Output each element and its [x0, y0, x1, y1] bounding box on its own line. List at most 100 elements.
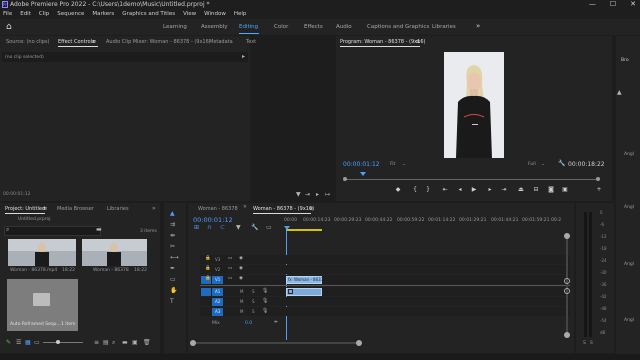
timeline-timecode[interactable]: 00:00:01:12 [193, 216, 233, 224]
work-area-bar[interactable] [286, 229, 322, 231]
pen-tool-icon[interactable]: ✒ [170, 266, 175, 272]
zoom-slider[interactable] [43, 342, 83, 343]
pencil-icon[interactable]: ✎ [6, 340, 11, 346]
expand-icon[interactable]: ↦ [325, 192, 330, 198]
step-forward-icon[interactable]: ▸ [487, 187, 493, 193]
program-playhead-timecode[interactable]: 00:00:01:12 [343, 161, 380, 168]
sort-icon[interactable]: ≡ [94, 340, 99, 346]
zoom-slider-handle[interactable] [56, 340, 60, 344]
track-label-a1[interactable]: A1 [215, 289, 220, 294]
filter-icon[interactable]: ▼ [296, 192, 301, 198]
track-select-tool-icon[interactable]: ⇉ [170, 222, 175, 228]
mic-a1-icon[interactable]: 🎙 [262, 288, 268, 294]
find-icon[interactable]: ⌕ [112, 340, 115, 346]
effect-controls-menu-icon[interactable]: ≡ [92, 39, 96, 45]
tab-project[interactable]: Project: Untitled [5, 206, 45, 212]
sync-lock-v2-icon[interactable]: ▭ [228, 266, 232, 272]
mic-a2-icon[interactable]: 🎙 [262, 298, 268, 304]
zoom-level-select[interactable]: Fit [390, 162, 395, 167]
solo-left-button[interactable]: S [583, 341, 586, 346]
program-playhead-marker[interactable] [360, 172, 366, 176]
button-editor-plus-icon[interactable]: + [596, 187, 602, 193]
workspace-libraries[interactable]: Libraries [432, 24, 456, 30]
workspace-assembly[interactable]: Assembly [201, 24, 228, 30]
razor-tool-icon[interactable]: ✂ [170, 244, 175, 250]
solo-a1-button[interactable]: S [252, 289, 255, 294]
scrub-start-handle[interactable] [343, 177, 347, 181]
comparison-view-icon[interactable]: ▣ [562, 187, 568, 193]
tab-effect-controls[interactable]: Effect Controls [58, 39, 95, 45]
mix-expand-icon[interactable]: ⇹ [274, 320, 278, 326]
tab-libraries[interactable]: Libraries [107, 206, 129, 212]
sync-lock-v3-icon[interactable]: ▭ [228, 256, 232, 262]
vscroll-mid-handle-2[interactable] [564, 288, 570, 294]
list-view-icon[interactable]: ☰ [16, 340, 21, 346]
menu-window[interactable]: Window [204, 10, 226, 19]
scrollbar-right-handle[interactable] [356, 340, 362, 346]
menu-file[interactable]: File [3, 10, 12, 19]
timeline-horizontal-scrollbar[interactable] [190, 342, 360, 344]
close-tab-icon[interactable]: ✕ [243, 205, 247, 210]
mute-a3-button[interactable]: M [240, 309, 243, 314]
hand-tool-icon[interactable]: ✋ [170, 288, 177, 294]
menu-clip[interactable]: Clip [39, 10, 49, 19]
rectangle-tool-icon[interactable]: ▭ [170, 277, 176, 283]
menu-edit[interactable]: Edit [20, 10, 31, 19]
program-monitor-menu-icon[interactable]: ≡ [416, 39, 420, 45]
vscroll-bottom-handle[interactable] [564, 332, 570, 338]
selection-tool-icon[interactable]: ▲ [170, 211, 175, 217]
timeline-playhead-marker[interactable] [284, 226, 290, 230]
snap-icon[interactable]: ∩ [207, 225, 211, 231]
maximize-button[interactable]: ☐ [610, 0, 616, 10]
project-search-input[interactable] [4, 226, 101, 236]
quality-dropdown-icon[interactable]: ⌄ [541, 162, 545, 167]
menu-sequence[interactable]: Sequence [57, 10, 84, 19]
add-marker-timeline-icon[interactable]: ▼ [236, 225, 241, 231]
tab-media-browser[interactable]: Media Browser [57, 206, 94, 212]
captions-icon[interactable]: ▭ [266, 225, 272, 231]
slip-tool-icon[interactable]: ⟷ [170, 255, 179, 261]
timeline-ruler[interactable]: 00:00 00:00:14:23 00:00:29:23 00:00:44:2… [284, 218, 574, 228]
mark-out-icon[interactable]: } [425, 187, 431, 193]
go-to-out-icon[interactable]: ⇥ [501, 187, 507, 193]
workspace-captions-and-graphics[interactable]: Captions and Graphics [367, 24, 429, 30]
workspace-editing[interactable]: Editing [239, 24, 258, 30]
project-item-thumb-2[interactable] [82, 239, 147, 266]
vscroll-top-handle[interactable] [564, 233, 570, 239]
workspace-color[interactable]: Color [274, 24, 288, 30]
new-bin-folder-icon[interactable]: ▬ [122, 340, 128, 346]
workspace-learning[interactable]: Learning [163, 24, 187, 30]
play-arrow-icon[interactable]: ▸ [242, 54, 245, 60]
new-item-icon[interactable]: ▣ [132, 340, 138, 346]
eye-v1-icon[interactable]: ◉ [239, 276, 243, 282]
solo-right-button[interactable]: S [590, 341, 593, 346]
project-more-icon[interactable]: » [152, 205, 156, 212]
playback-quality-select[interactable]: Full [528, 162, 536, 167]
wrench-icon[interactable]: 🔧 [558, 161, 565, 167]
track-label-v1[interactable]: V1 [215, 277, 220, 282]
add-marker-icon[interactable]: ◆ [395, 187, 401, 193]
browse-label[interactable]: Bro [621, 58, 629, 63]
timeline-menu-icon[interactable]: ≡ [309, 206, 313, 212]
go-to-in-icon[interactable]: ⇤ [442, 187, 448, 193]
program-monitor-title[interactable]: Program: Woman - 86378 - (9x16) [340, 39, 425, 45]
export-frame-camera-icon[interactable]: ◙ [548, 187, 554, 193]
vscroll-mid-handle-1[interactable] [564, 278, 570, 284]
ripple-edit-tool-icon[interactable]: ⇹ [170, 233, 175, 239]
workspace-effects[interactable]: Effects [304, 24, 323, 30]
eye-v2-icon[interactable]: ◉ [239, 266, 243, 272]
tab-metadata[interactable]: Metadata [209, 39, 233, 45]
timeline-settings-icon[interactable]: 🔧 [251, 225, 258, 231]
menu-graphics-and-titles[interactable]: Graphics and Titles [122, 10, 175, 19]
nest-icon[interactable]: ⊞ [194, 225, 199, 231]
menu-markers[interactable]: Markers [92, 10, 114, 19]
workspace-audio[interactable]: Audio [336, 24, 352, 30]
tab-audio-clip-mixer[interactable]: Audio Clip Mixer: Woman - 86378 - (9x16) [106, 39, 211, 45]
lock-v3-icon[interactable]: 🔒 [205, 256, 211, 262]
project-item-thumb-1[interactable] [8, 239, 76, 266]
menu-help[interactable]: Help [234, 10, 247, 19]
type-tool-icon[interactable]: T [170, 299, 174, 305]
project-menu-icon[interactable]: ≡ [43, 206, 47, 212]
track-label-a2[interactable]: A2 [215, 299, 220, 304]
program-scrub-bar[interactable] [345, 179, 598, 180]
